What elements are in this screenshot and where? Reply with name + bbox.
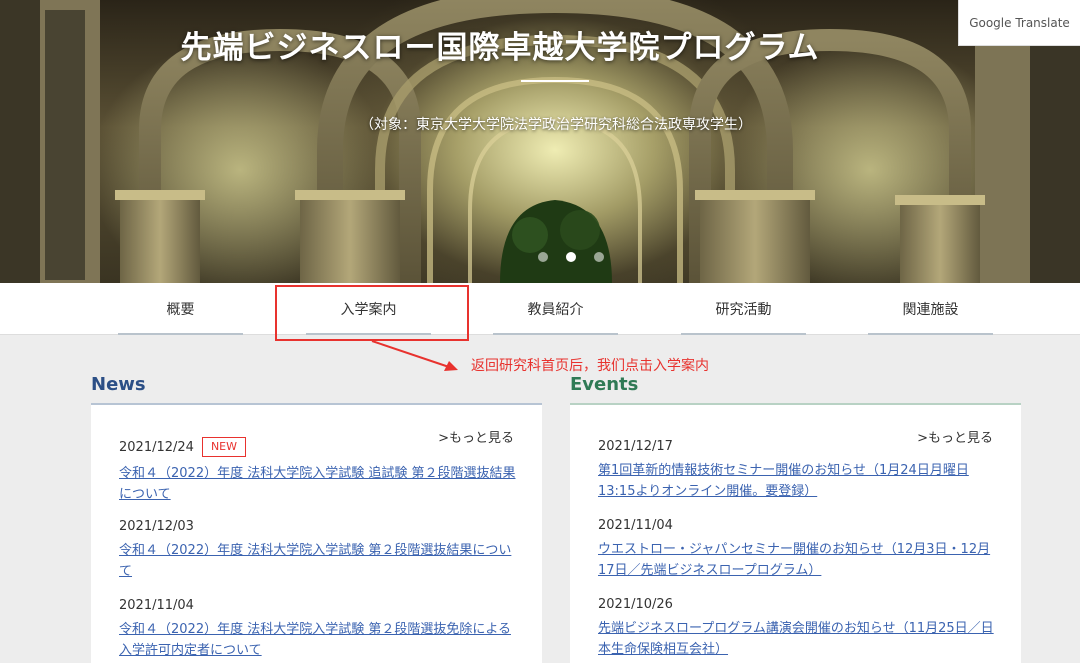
nav-item-research[interactable]: 研究活動: [681, 283, 806, 335]
carousel-dots: [538, 252, 604, 262]
event-link[interactable]: ウエストロー・ジャパンセミナー開催のお知らせ（12月3日・12月17日／先端ビジ…: [598, 539, 998, 581]
events-heading: Events: [570, 374, 639, 395]
news-link[interactable]: 令和４（2022）年度 法科大学院入学試験 追試験 第２段階選抜結果について: [119, 463, 519, 505]
nav-item-faculty[interactable]: 教員紹介: [493, 283, 618, 335]
news-link[interactable]: 令和４（2022）年度 法科大学院入学試験 第２段階選抜結果について: [119, 540, 519, 582]
event-item: 2021/10/26 先端ビジネスロープログラム講演会開催のお知らせ（11月25…: [598, 597, 998, 660]
news-date: 2021/12/03: [119, 519, 194, 534]
google-translate-button[interactable]: Google Translate: [958, 0, 1080, 46]
news-heading: News: [91, 374, 146, 395]
event-link[interactable]: 先端ビジネスロープログラム講演会開催のお知らせ（11月25日／日本生命保険相互会…: [598, 618, 998, 660]
news-link[interactable]: 令和４（2022）年度 法科大学院入学試験 第２段階選抜免除による入学許可内定者…: [119, 619, 519, 661]
event-date: 2021/12/17: [598, 439, 673, 454]
news-item: 2021/12/03 令和４（2022）年度 法科大学院入学試験 第２段階選抜結…: [119, 519, 519, 582]
annotation-highlight-box: [275, 285, 469, 341]
news-item: 2021/12/24 NEW 令和４（2022）年度 法科大学院入学試験 追試験…: [119, 437, 519, 505]
news-date: 2021/12/24: [119, 439, 194, 455]
annotation-text: 返回研究科首页后，我们点击入学案内: [471, 358, 709, 374]
event-date: 2021/11/04: [598, 518, 673, 533]
title-divider: [521, 80, 589, 82]
carousel-dot-active[interactable]: [566, 252, 576, 262]
event-item: 2021/11/04 ウエストロー・ジャパンセミナー開催のお知らせ（12月3日・…: [598, 518, 998, 581]
event-item: 2021/12/17 第1回革新的情報技術セミナー開催のお知らせ（1月24日月曜…: [598, 439, 998, 502]
page-subtitle: （対象：東京大学大学院法学政治学研究科総合法政専攻学生）: [360, 117, 752, 133]
carousel-dot[interactable]: [538, 252, 548, 262]
event-link[interactable]: 第1回革新的情報技術セミナー開催のお知らせ（1月24日月曜日13:15よりオンラ…: [598, 460, 998, 502]
new-badge: NEW: [201, 437, 246, 457]
event-date: 2021/10/26: [598, 597, 673, 612]
news-panel: >もっと見る 2021/12/24 NEW 令和４（2022）年度 法科大学院入…: [91, 403, 542, 663]
carousel-dot[interactable]: [594, 252, 604, 262]
news-item: 2021/11/04 令和４（2022）年度 法科大学院入学試験 第２段階選抜免…: [119, 598, 519, 661]
page-title: 先端ビジネスロー国際卓越大学院プログラム: [180, 30, 820, 66]
nav-item-facilities[interactable]: 関連施設: [868, 283, 993, 335]
nav-item-overview[interactable]: 概要: [118, 283, 243, 335]
news-date: 2021/11/04: [119, 598, 194, 613]
events-panel: >もっと見る 2021/12/17 第1回革新的情報技術セミナー開催のお知らせ（…: [570, 403, 1021, 663]
main-nav: 概要 入学案内 教員紹介 研究活動 関連施設: [0, 283, 1080, 335]
hero-banner: 先端ビジネスロー国際卓越大学院プログラム （対象：東京大学大学院法学政治学研究科…: [0, 0, 1080, 283]
